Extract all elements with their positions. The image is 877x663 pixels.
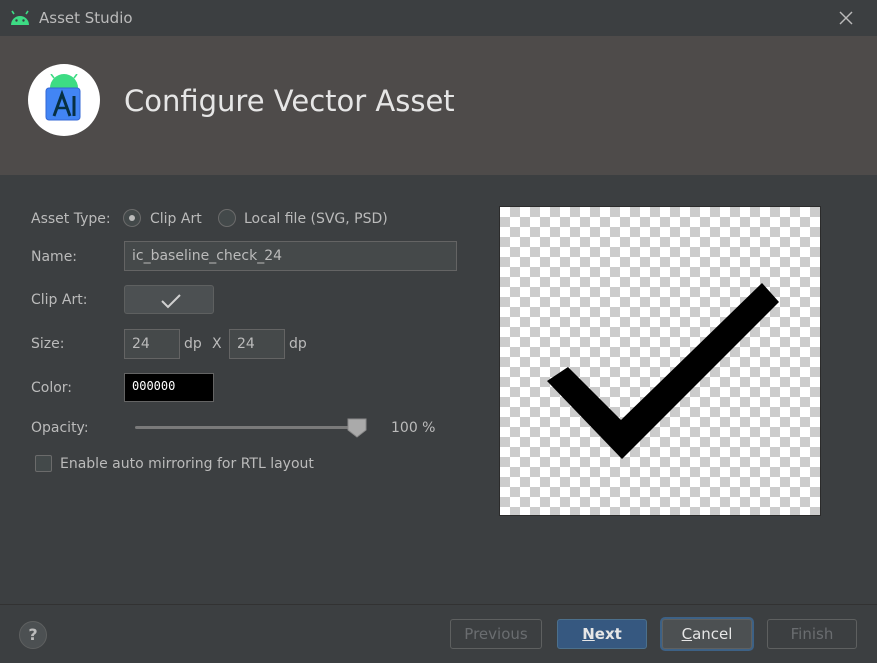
opacity-slider-track[interactable] [135, 426, 357, 429]
size-height-unit: dp [289, 336, 307, 352]
auto-mirror-label[interactable]: Enable auto mirroring for RTL layout [60, 456, 314, 472]
help-button[interactable]: ? [19, 621, 47, 649]
close-icon[interactable] [836, 8, 856, 28]
title-bar: Asset Studio [0, 0, 877, 36]
android-studio-icon [45, 74, 81, 121]
previous-button[interactable]: Previous [450, 619, 542, 649]
opacity-slider-thumb[interactable] [347, 418, 367, 438]
size-separator: X [212, 336, 222, 352]
wizard-header: Configure Vector Asset [0, 36, 877, 175]
window-title: Asset Studio [39, 9, 133, 27]
clip-art-radio[interactable] [123, 209, 141, 227]
clip-art-button[interactable] [124, 285, 214, 314]
check-icon [161, 294, 181, 309]
size-width-input[interactable]: 24 [124, 329, 180, 359]
size-width-unit: dp [184, 336, 202, 352]
clip-art-radio-label[interactable]: Clip Art [150, 211, 202, 227]
color-label: Color: [31, 380, 73, 396]
icon-preview [499, 206, 821, 516]
opacity-label: Opacity: [31, 420, 89, 436]
cancel-button[interactable]: Cancel [662, 619, 752, 649]
clip-art-label: Clip Art: [31, 292, 88, 308]
size-height-input[interactable]: 24 [229, 329, 285, 359]
check-icon [547, 283, 779, 459]
name-label: Name: [31, 249, 78, 265]
footer-divider [0, 604, 877, 605]
name-input[interactable]: ic_baseline_check_24 [124, 241, 457, 271]
size-label: Size: [31, 336, 65, 352]
color-picker[interactable]: 000000 [124, 373, 214, 402]
local-file-radio[interactable] [218, 209, 236, 227]
android-icon [11, 10, 29, 25]
finish-button[interactable]: Finish [767, 619, 857, 649]
asset-type-label: Asset Type: [31, 211, 111, 227]
local-file-radio-label[interactable]: Local file (SVG, PSD) [244, 211, 388, 227]
android-studio-logo [28, 64, 100, 136]
page-title: Configure Vector Asset [124, 84, 455, 118]
auto-mirror-checkbox[interactable] [35, 455, 52, 472]
opacity-value: 100 % [391, 420, 436, 436]
next-button[interactable]: Next [557, 619, 647, 649]
